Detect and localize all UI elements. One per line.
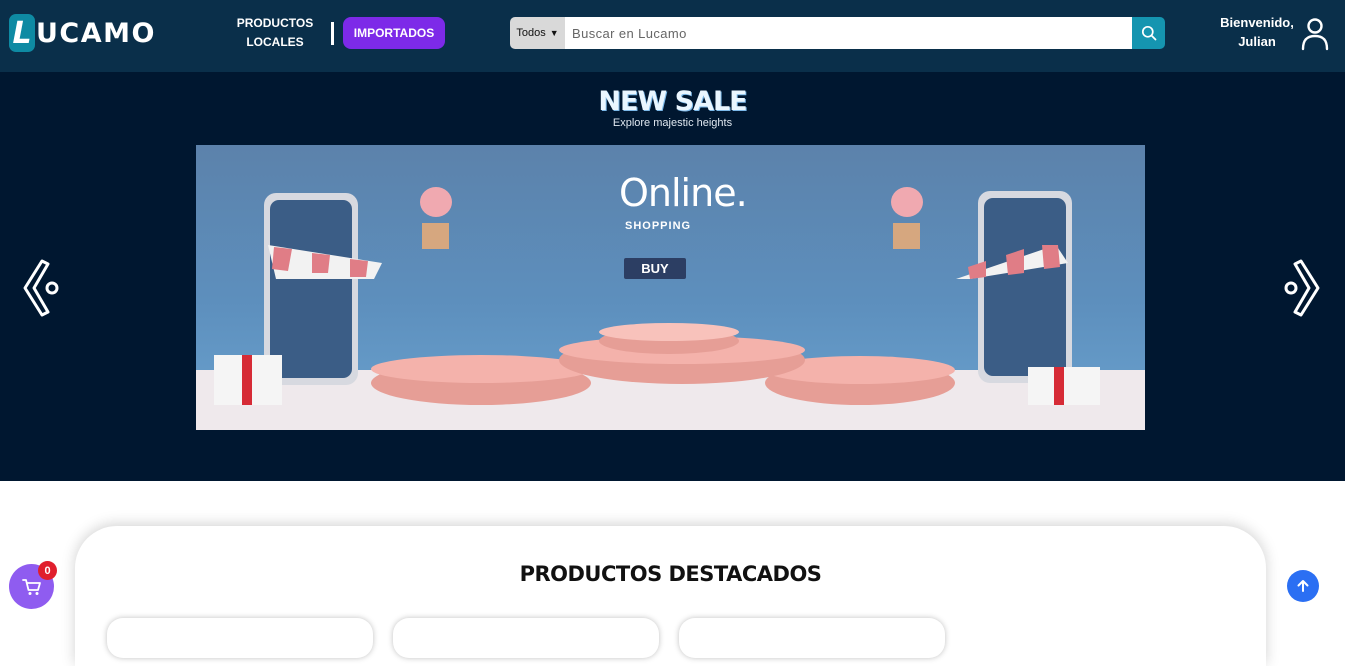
hero-section: NEW SALE Explore majestic heights Online… — [0, 72, 1345, 481]
featured-products-section: PRODUCTOS DESTACADOS — [75, 526, 1266, 666]
cart-icon — [21, 578, 41, 595]
logo-letter: L — [9, 14, 35, 52]
carousel-banner[interactable]: Online. SHOPPING BUY — [196, 145, 1145, 430]
scroll-top-button[interactable] — [1287, 570, 1319, 602]
product-card[interactable] — [107, 618, 373, 658]
nav-local-line2: LOCALES — [246, 35, 304, 49]
search-bar: Todos ▼ — [510, 17, 1165, 49]
hero-title: NEW SALE — [598, 86, 747, 117]
cart-count-badge: 0 — [38, 561, 57, 580]
search-input[interactable] — [565, 17, 1132, 49]
welcome-line1: Bienvenido, — [1220, 15, 1294, 30]
search-icon — [1141, 25, 1156, 41]
welcome-text: Bienvenido, Julian — [1215, 13, 1299, 51]
search-category-value: Todos — [516, 27, 546, 39]
nav-local-line1: PRODUCTOS — [236, 16, 314, 30]
arrow-up-icon — [1297, 580, 1309, 592]
chevron-right-icon[interactable] — [1281, 258, 1323, 318]
chevron-left-icon[interactable] — [20, 258, 62, 318]
search-button[interactable] — [1132, 17, 1165, 49]
search-category-select[interactable]: Todos ▼ — [510, 17, 565, 49]
hero-subtitle: Explore majestic heights — [612, 117, 733, 129]
product-card[interactable] — [679, 618, 945, 658]
nav-divider — [331, 22, 334, 45]
banner-shopping-text: SHOPPING — [625, 220, 692, 232]
user-icon[interactable] — [1300, 17, 1330, 51]
product-card[interactable] — [393, 618, 659, 658]
logo[interactable]: L UCAMO — [9, 13, 156, 53]
chevron-down-icon: ▼ — [549, 28, 559, 38]
banner-online-text: Online. — [619, 171, 748, 215]
nav-importados-button[interactable]: IMPORTADOS — [343, 17, 445, 49]
logo-text: UCAMO — [36, 17, 156, 49]
banner-buy-button[interactable]: BUY — [624, 258, 686, 279]
welcome-user-name: Julian — [1238, 34, 1276, 49]
featured-products-title: PRODUCTOS DESTACADOS — [519, 562, 822, 586]
nav-productos-locales[interactable]: PRODUCTOS LOCALES — [236, 14, 314, 52]
header: L UCAMO PRODUCTOS LOCALES IMPORTADOS Tod… — [0, 0, 1345, 72]
